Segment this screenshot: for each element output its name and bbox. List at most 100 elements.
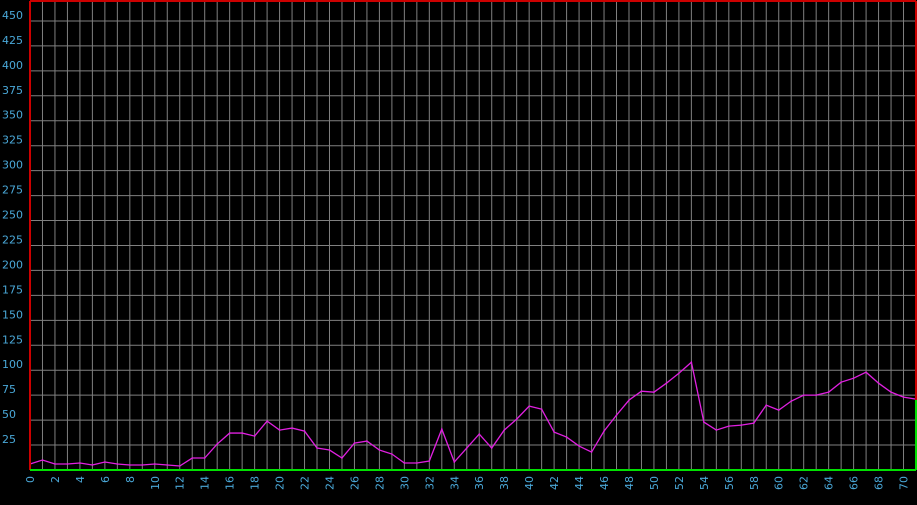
x-tick-label: 46 [598,476,611,490]
data-point [765,404,768,406]
y-tick-label: 225 [2,233,23,246]
x-tick-label: 36 [473,476,486,490]
line-chart: 2550751001251501752002252502753003253503… [0,0,917,505]
data-point [678,372,680,375]
y-tick-label: 250 [2,209,23,222]
data-point [228,432,231,434]
data-point [428,460,431,462]
data-point [615,414,618,416]
x-tick-label: 48 [623,476,636,490]
data-point [852,377,855,379]
data-point [178,465,181,467]
x-tick-label: 40 [523,476,536,490]
x-tick-label: 18 [249,476,262,490]
data-point [490,447,493,449]
x-tick-label: 70 [898,476,911,490]
y-tick-label: 375 [2,84,23,97]
data-point [291,427,293,429]
x-tick-label: 56 [723,476,736,490]
data-point [316,447,318,449]
y-tick-label: 275 [2,184,23,197]
x-tick-label: 44 [573,476,586,490]
y-tick-label: 50 [2,408,16,421]
x-tick-label: 58 [748,476,761,490]
data-point [129,464,131,466]
y-tick-label: 450 [2,9,23,22]
data-point [203,457,206,459]
data-point [590,451,593,453]
data-point [116,463,119,465]
y-tick-label: 75 [2,383,16,396]
data-point [478,433,481,435]
data-point [303,430,306,432]
x-tick-label: 32 [423,476,436,490]
plot-background [0,0,917,505]
data-point [890,391,892,393]
data-point [503,429,505,431]
y-tick-label: 175 [2,283,23,296]
x-tick-label: 66 [848,476,861,490]
data-point [703,421,705,423]
y-tick-label: 100 [2,358,23,371]
y-tick-label: 200 [2,258,23,271]
data-point [802,394,805,396]
y-tick-label: 25 [2,433,16,446]
data-point [740,424,743,426]
data-point [752,422,755,424]
y-tick-label: 300 [2,159,23,172]
x-tick-label: 22 [299,476,312,490]
x-tick-label: 0 [24,476,37,483]
data-point [191,457,194,459]
data-point [565,436,568,438]
data-point [403,462,406,464]
x-tick-label: 50 [648,476,661,490]
x-tick-label: 12 [174,476,187,490]
data-point [578,445,580,447]
y-tick-label: 150 [2,308,23,321]
y-tick-label: 125 [2,333,23,346]
x-tick-label: 20 [274,476,287,490]
y-tick-label: 325 [2,134,23,147]
data-point [603,430,605,432]
data-point [253,435,256,437]
data-point [416,462,418,464]
y-tick-label: 425 [2,34,23,47]
data-point [341,457,343,459]
data-point [353,442,356,444]
data-point [902,396,905,398]
x-tick-label: 28 [373,476,386,490]
data-point [141,464,144,466]
data-point [66,463,69,465]
data-point [378,449,381,451]
data-point [815,394,817,396]
x-tick-label: 14 [199,476,212,490]
x-tick-label: 68 [873,476,886,490]
data-point [79,462,81,464]
data-point [278,429,281,431]
data-point [266,420,268,422]
data-point [391,453,393,455]
data-point [91,464,94,466]
data-point [690,361,693,364]
data-point [728,425,730,427]
data-point [41,459,44,461]
data-point [827,391,830,393]
y-tick-label: 350 [2,109,23,122]
x-tick-label: 24 [323,476,336,490]
data-point [628,399,630,401]
data-point [715,429,718,431]
data-point [328,449,331,451]
x-tick-label: 10 [149,476,162,490]
x-tick-label: 26 [348,476,361,490]
x-tick-label: 8 [124,476,137,483]
x-tick-label: 64 [823,476,836,490]
data-point [790,400,793,402]
x-tick-label: 60 [773,476,786,490]
data-point [515,418,518,420]
data-point [366,440,368,442]
x-tick-label: 38 [498,476,511,490]
data-point [665,382,668,384]
data-point [777,409,780,411]
data-point [441,428,443,430]
data-point [653,391,655,393]
